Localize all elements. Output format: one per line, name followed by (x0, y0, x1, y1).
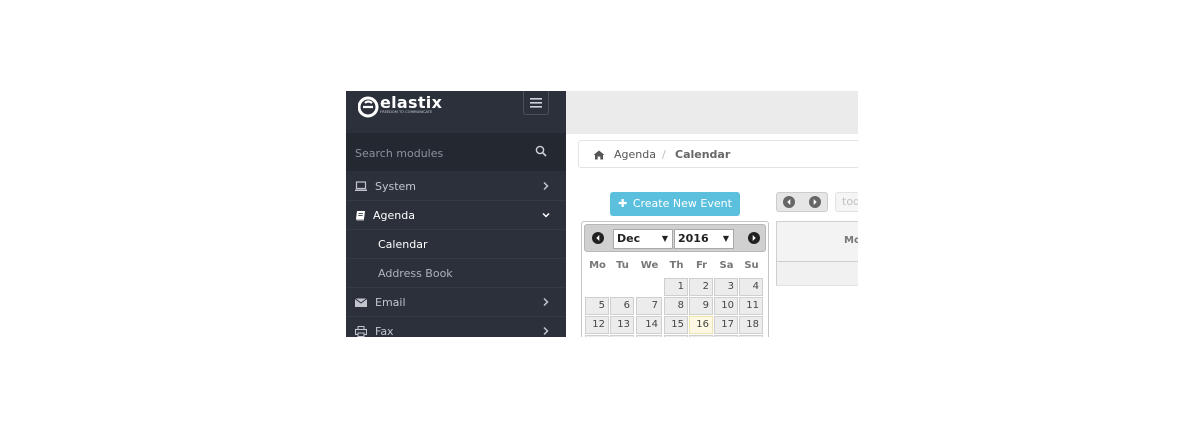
dropdown-arrow-icon: ▼ (661, 234, 668, 243)
day-cell[interactable] (636, 335, 662, 337)
day-cell[interactable]: 11 (739, 297, 763, 315)
day-cell[interactable]: 1 (664, 278, 688, 296)
menu-toggle-button[interactable] (523, 91, 549, 115)
day-cell[interactable]: 5 (585, 297, 609, 315)
weekday-label: Fr (695, 260, 708, 271)
day-cell[interactable] (585, 335, 609, 337)
month-select-value: Dec (617, 232, 641, 245)
mini-datepicker: Dec ▼ 2016 ▼ Mo Tu We Th Fr Sa Su 1 2 3 … (581, 221, 769, 337)
day-cell[interactable] (664, 335, 688, 337)
day-cell[interactable] (739, 335, 763, 337)
day-cell-empty (636, 278, 660, 296)
search-icon[interactable] (535, 145, 547, 157)
day-cell[interactable]: 17 (714, 316, 738, 334)
search-modules-input[interactable] (355, 145, 525, 161)
datepicker-header: Dec ▼ 2016 ▼ (584, 224, 766, 252)
day-cell[interactable] (610, 335, 634, 337)
day-cell-today[interactable]: 16 (689, 316, 713, 334)
day-cell[interactable]: 8 (664, 297, 688, 315)
weekday-label: Su (744, 260, 759, 271)
day-cell[interactable]: 13 (610, 316, 634, 334)
sidebar-subitem-label: Calendar (378, 238, 428, 251)
chevron-right-icon (543, 181, 549, 191)
year-select-value: 2016 (678, 232, 709, 245)
weekday-label: Sa (719, 260, 734, 271)
prev-circle-icon[interactable] (782, 195, 796, 209)
weekday-label: Mo (589, 260, 606, 271)
sidebar-item-label: Fax (375, 325, 394, 337)
day-cell-empty (610, 278, 634, 296)
calendar-header-row: Mo (776, 221, 858, 262)
sidebar-subitem-calendar[interactable]: Calendar (346, 230, 566, 259)
calendar-week-row[interactable] (776, 262, 858, 286)
dropdown-arrow-icon: ▼ (722, 234, 729, 243)
day-cell[interactable]: 15 (664, 316, 688, 334)
next-circle-icon[interactable] (808, 195, 822, 209)
next-month-icon[interactable] (747, 231, 761, 245)
breadcrumb-separator: / (662, 148, 666, 161)
sidebar: elastix FREEDOM TO COMMUNICATE Search mo… (346, 91, 566, 337)
day-cell[interactable]: 4 (739, 278, 763, 296)
chevron-down-icon (542, 212, 550, 218)
breadcrumb-current: Calendar (675, 148, 731, 161)
prev-month-icon[interactable] (591, 231, 605, 245)
home-icon[interactable] (593, 150, 605, 160)
year-select[interactable]: 2016 ▼ (674, 229, 734, 249)
logo-bar: elastix FREEDOM TO COMMUNICATE (346, 91, 566, 133)
laptop-icon (355, 181, 367, 191)
book-icon (356, 211, 365, 221)
breadcrumb-agenda-link[interactable]: Agenda (614, 148, 656, 161)
today-button[interactable]: tod (835, 192, 858, 212)
elastix-logo[interactable]: elastix FREEDOM TO COMMUNICATE (358, 93, 468, 118)
sidebar-item-email[interactable]: Email (346, 288, 566, 317)
day-cell[interactable]: 3 (714, 278, 738, 296)
day-cell[interactable]: 14 (636, 316, 662, 334)
weekday-label: Th (669, 260, 684, 271)
day-cell[interactable]: 12 (585, 316, 609, 334)
sidebar-subitem-address-book[interactable]: Address Book (346, 259, 566, 288)
calendar-day-header: Mo (844, 235, 858, 246)
plus-icon: ✚ (618, 197, 628, 210)
printer-icon (355, 326, 367, 337)
day-cell[interactable] (714, 335, 738, 337)
sidebar-item-fax[interactable]: Fax (346, 317, 566, 337)
day-cell[interactable]: 10 (714, 297, 738, 315)
day-cell[interactable]: 9 (689, 297, 713, 315)
envelope-icon (355, 298, 367, 307)
logo-tagline: FREEDOM TO COMMUNICATE (380, 110, 433, 114)
weekday-label: We (640, 260, 659, 271)
hamburger-icon (530, 97, 542, 108)
top-header-bar (566, 91, 858, 134)
day-cell[interactable] (689, 335, 713, 337)
chevron-right-icon (543, 297, 549, 307)
chevron-right-icon (543, 326, 549, 336)
module-search (346, 133, 566, 171)
calendar-nav-buttons (776, 192, 828, 212)
breadcrumb: Agenda / Calendar (578, 140, 858, 168)
day-cell[interactable]: 6 (610, 297, 634, 315)
day-cell[interactable]: 2 (689, 278, 713, 296)
day-cell[interactable]: 7 (636, 297, 662, 315)
sidebar-item-label: Email (375, 296, 406, 309)
sidebar-item-agenda[interactable]: Agenda (346, 201, 566, 230)
weekday-label: Tu (616, 260, 629, 271)
month-select[interactable]: Dec ▼ (613, 229, 673, 249)
sidebar-item-system[interactable]: System (346, 172, 566, 201)
create-new-event-button[interactable]: ✚ Create New Event (610, 192, 740, 216)
sidebar-item-label: System (375, 180, 417, 193)
elastix-logo-icon (358, 96, 379, 118)
sidebar-item-label: Agenda (373, 209, 415, 222)
day-cell[interactable]: 18 (739, 316, 763, 334)
day-cell-empty (585, 278, 609, 296)
app-window: elastix FREEDOM TO COMMUNICATE Search mo… (346, 91, 858, 337)
create-new-event-label: Create New Event (632, 197, 732, 210)
sidebar-subitem-label: Address Book (378, 267, 453, 280)
